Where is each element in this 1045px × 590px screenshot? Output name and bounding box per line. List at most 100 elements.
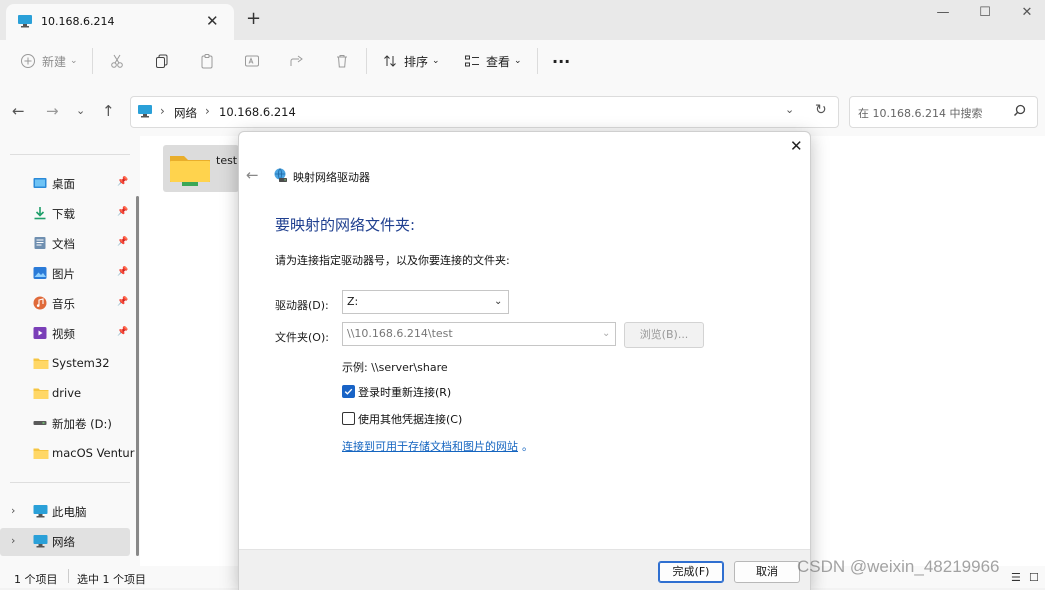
pin-icon[interactable]: 📌 xyxy=(117,267,128,277)
sidebar-item-desktop[interactable]: 桌面 📌 xyxy=(0,170,130,198)
pin-icon[interactable]: 📌 xyxy=(117,177,128,187)
back-arrow-icon[interactable]: ← xyxy=(246,166,259,184)
finish-button[interactable]: 完成(F) xyxy=(658,561,724,583)
sidebar-item-label: System32 xyxy=(52,356,110,370)
pin-icon[interactable]: 📌 xyxy=(117,327,128,337)
breadcrumb-host[interactable]: 10.168.6.214 xyxy=(219,105,296,119)
refresh-icon[interactable]: ↻ xyxy=(815,102,827,118)
chevron-down-icon: ⌄ xyxy=(432,56,440,66)
rename-button[interactable] xyxy=(244,40,260,82)
pin-icon[interactable]: 📌 xyxy=(117,207,128,217)
documents-icon xyxy=(33,236,47,250)
maximize-button[interactable]: ☐ xyxy=(970,4,1000,22)
reconnect-checkbox[interactable] xyxy=(342,385,355,398)
tab-10-168-6-214[interactable]: 10.168.6.214 ✕ xyxy=(6,4,234,40)
example-text: 示例: \\server\share xyxy=(342,361,448,374)
network-computer-icon xyxy=(17,14,33,28)
list-item[interactable]: test xyxy=(163,145,239,192)
large-icons-view-icon[interactable]: ☐ xyxy=(1029,571,1039,584)
sidebar-item-music[interactable]: 音乐 📌 xyxy=(0,290,130,318)
chevron-down-icon: ⌄ xyxy=(602,328,611,339)
search-placeholder: 在 10.168.6.214 中搜索 xyxy=(858,107,983,120)
share-icon xyxy=(289,53,305,69)
search-box[interactable]: 在 10.168.6.214 中搜索 xyxy=(849,96,1038,128)
sidebar-item-label: 新加卷 (D:) xyxy=(52,417,112,431)
dialog-close-icon[interactable]: ✕ xyxy=(790,137,803,155)
sidebar-scrollbar[interactable] xyxy=(136,196,139,556)
sort-button[interactable]: 排序 ⌄ xyxy=(382,40,440,82)
sidebar-item-label: 视频 xyxy=(52,327,75,341)
divider xyxy=(366,48,367,74)
delete-button[interactable] xyxy=(334,40,350,82)
breadcrumb-separator-icon: › xyxy=(205,104,210,118)
sort-icon xyxy=(382,53,398,69)
sidebar-item-downloads[interactable]: 下载 📌 xyxy=(0,200,130,228)
sidebar-item-videos[interactable]: 视频 📌 xyxy=(0,320,130,348)
drive-select[interactable]: Z: ⌄ xyxy=(342,290,509,314)
view-list-icon xyxy=(464,53,480,69)
folder-value: \\10.168.6.214\test xyxy=(347,327,453,340)
more-options-button[interactable]: ··· xyxy=(552,40,570,82)
sidebar-item-label: macOS Ventur xyxy=(52,446,135,460)
other-credentials-checkbox[interactable] xyxy=(342,412,355,425)
folder-combobox[interactable]: \\10.168.6.214\test ⌄ xyxy=(342,322,616,346)
address-bar[interactable]: › 网络 › 10.168.6.214 ⌄ ↻ xyxy=(130,96,839,128)
pin-icon[interactable]: 📌 xyxy=(117,297,128,307)
new-button[interactable]: 新建 ⌄ xyxy=(20,40,78,82)
up-arrow-icon[interactable]: ↑ xyxy=(102,102,115,120)
sidebar-item-pictures[interactable]: 图片 📌 xyxy=(0,260,130,288)
navigation-bar: ← → ⌄ ↑ › 网络 › 10.168.6.214 ⌄ ↻ 在 10.168… xyxy=(0,88,1045,136)
dialog-heading: 要映射的网络文件夹: xyxy=(275,216,416,234)
new-tab-button[interactable]: + xyxy=(246,9,261,29)
paste-button[interactable] xyxy=(199,40,215,82)
sidebar-item-drive[interactable]: drive xyxy=(0,380,130,408)
sort-label: 排序 xyxy=(404,54,429,69)
forward-arrow-icon[interactable]: → xyxy=(46,102,59,120)
chevron-down-icon: ⌄ xyxy=(514,56,522,66)
pin-icon[interactable]: 📌 xyxy=(117,237,128,247)
sidebar-item-macos-ventura[interactable]: macOS Ventur xyxy=(0,440,134,468)
other-credentials-label[interactable]: 使用其他凭据连接(C) xyxy=(358,411,462,427)
chevron-right-icon[interactable]: › xyxy=(11,534,15,547)
divider xyxy=(68,569,69,583)
breadcrumb-separator-icon: › xyxy=(160,104,165,118)
storage-website-link[interactable]: 连接到可用于存储文档和图片的网站 xyxy=(342,438,518,454)
minimize-button[interactable]: — xyxy=(928,4,958,22)
back-arrow-icon[interactable]: ← xyxy=(12,102,25,120)
browse-button[interactable]: 浏览(B)... xyxy=(624,322,704,348)
reconnect-label[interactable]: 登录时重新连接(R) xyxy=(358,384,451,400)
computer-icon xyxy=(33,504,48,518)
breadcrumb-network[interactable]: 网络 xyxy=(174,105,197,121)
sidebar-item-network[interactable]: › 网络 xyxy=(0,528,130,556)
address-history-chevron-icon[interactable]: ⌄ xyxy=(785,103,794,116)
tab-close-icon[interactable]: ✕ xyxy=(206,12,219,30)
network-icon xyxy=(33,534,48,548)
copy-button[interactable] xyxy=(154,40,170,82)
search-icon[interactable] xyxy=(1013,104,1026,117)
recent-locations-chevron-icon[interactable]: ⌄ xyxy=(76,102,85,120)
copy-icon xyxy=(154,53,170,69)
download-icon xyxy=(33,206,47,220)
cut-button[interactable] xyxy=(109,40,125,82)
close-button[interactable]: ✕ xyxy=(1012,4,1042,22)
sidebar-item-this-pc[interactable]: › 此电脑 xyxy=(0,498,130,526)
details-view-icon[interactable]: ☰ xyxy=(1011,571,1021,584)
divider xyxy=(10,154,130,155)
share-button[interactable] xyxy=(289,40,305,82)
selection-count: 选中 1 个项目 xyxy=(77,573,146,586)
plus-circle-icon xyxy=(20,53,36,69)
dialog-title: 映射网络驱动器 xyxy=(293,171,370,184)
folder-label: 文件夹(O): xyxy=(275,331,329,344)
chevron-right-icon[interactable]: › xyxy=(11,504,15,517)
sidebar-item-label: 文档 xyxy=(52,237,75,251)
shared-folder-icon xyxy=(169,152,211,188)
sidebar-item-new-volume-d[interactable]: 新加卷 (D:) xyxy=(0,410,130,438)
sidebar-item-documents[interactable]: 文档 📌 xyxy=(0,230,130,258)
sidebar-item-system32[interactable]: System32 xyxy=(0,350,130,378)
cancel-button[interactable]: 取消 xyxy=(734,561,800,583)
rename-icon xyxy=(244,53,260,69)
checkmark-icon xyxy=(344,388,353,395)
navigation-pane: 桌面 📌 下载 📌 文档 📌 图片 📌 音乐 📌 视频 📌 System32 d… xyxy=(0,136,140,566)
sidebar-item-label: 音乐 xyxy=(52,297,75,311)
view-button[interactable]: 查看 ⌄ xyxy=(464,40,522,82)
